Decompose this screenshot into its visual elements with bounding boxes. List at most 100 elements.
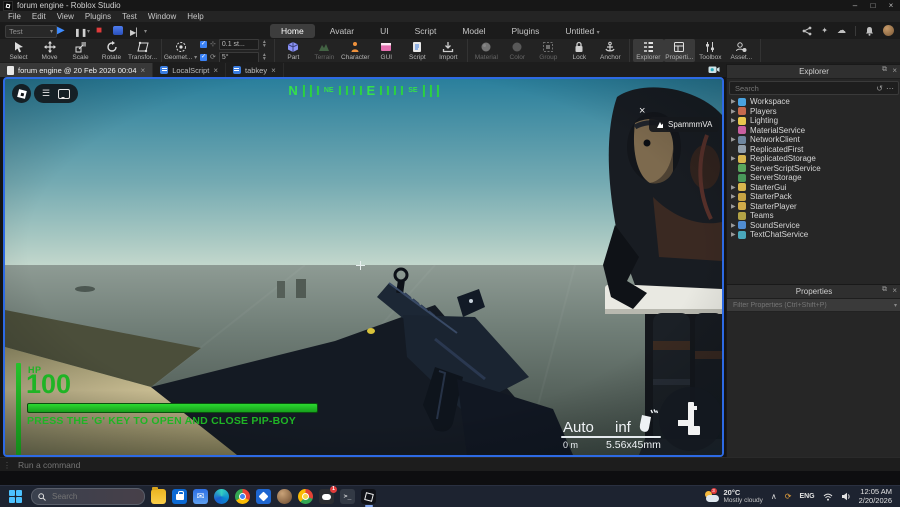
menu-edit[interactable]: Edit [32,12,46,21]
character-button[interactable]: Character [340,39,371,62]
maximize-button[interactable]: □ [864,1,882,10]
material-button[interactable]: Material [471,39,502,62]
tree-item-replicatedfirst[interactable]: ▶ReplicatedFirst [727,145,900,155]
explorer-search-input[interactable] [733,82,874,94]
volume-icon[interactable] [841,492,851,501]
doc-tab-tabkey[interactable]: tabkey × [226,63,284,77]
tab-home[interactable]: Home [270,23,315,38]
move-snap-checkbox[interactable]: ✓ [200,40,207,48]
taskbar-clock[interactable]: 12:05 AM 2/20/2026 [859,487,892,505]
chat-icon[interactable] [58,88,71,99]
taskbar-search[interactable] [31,488,145,505]
cloud-icon[interactable]: ☁ [837,25,846,36]
ai-sparkle-icon[interactable]: ✦ [821,26,828,35]
rotate-snap-stepper[interactable]: ▲ ▼ [262,52,267,62]
tree-item-replicatedstorage[interactable]: ▶ ReplicatedStorage [727,154,900,164]
play-button[interactable]: ▶ [57,24,65,37]
tab-model[interactable]: Model [451,24,496,38]
roblox-menu-badge[interactable] [12,84,31,103]
tab-ui[interactable]: UI [369,24,400,38]
terminal-icon[interactable]: >_ [340,489,355,504]
discord-icon[interactable]: 1 [319,486,337,504]
mail-icon[interactable]: ✉ [193,489,208,504]
expand-arrow-icon[interactable]: ▶ [731,117,738,124]
share-icon[interactable] [802,26,812,36]
expand-arrow-icon[interactable]: ▶ [731,203,738,210]
topbar-pill[interactable]: ☰ [34,84,78,103]
step-button[interactable]: ▶▏ [130,26,142,39]
expand-arrow-icon[interactable]: ▶ [731,222,738,229]
doc-tab-place[interactable]: forum engine @ 20 Feb 2026 00:04 × [0,63,154,77]
close-button[interactable]: × [882,1,900,10]
client-server-toggle-icon[interactable] [113,26,123,35]
game-viewport[interactable]: ☰ N NE E SE × SpammmVA HP 100 PRESS THE … [3,77,724,457]
start-button[interactable] [9,490,22,503]
tree-item-materialservice[interactable]: ▶MaterialService [727,126,900,136]
file-explorer-icon[interactable] [151,487,166,504]
tab-script[interactable]: Script [404,24,448,38]
tree-item-players[interactable]: ▶ Players [727,107,900,117]
menu-view[interactable]: View [57,12,74,21]
microsoft-store-icon[interactable] [172,489,187,504]
rotate-snap-row[interactable]: ✓ ⟳ 5° ▲ ▼ [200,51,267,63]
menu-file[interactable]: File [8,12,21,21]
pause-button[interactable]: ❚❚ [74,26,87,39]
move-tool-button[interactable]: Move [34,39,65,62]
asset-manager-button[interactable]: Asset... [726,39,757,62]
menu-test[interactable]: Test [122,12,137,21]
expand-arrow-icon[interactable]: ▶ [731,184,738,191]
tab-avatar[interactable]: Avatar [319,24,365,38]
photos-app-icon[interactable] [256,489,271,504]
tree-item-startergui[interactable]: ▶ StarterGui [727,183,900,193]
test-mode-dropdown[interactable]: Test ▾ [5,25,57,38]
tab-untitled[interactable]: Untitled ▾ [554,24,610,38]
import-button[interactable]: Import [433,39,464,62]
tree-item-workspace[interactable]: ▶ Workspace [727,97,900,107]
properties-filter-input[interactable] [731,300,894,310]
filter-dropdown-icon[interactable]: ▾ [894,302,897,309]
round-app-icon[interactable] [277,489,292,504]
drag-grip-icon[interactable]: ⋮ [3,461,11,470]
step-dropdown-icon[interactable]: ▾ [144,28,147,35]
stop-button[interactable]: ■ [96,24,102,37]
anchor-button[interactable]: Anchor [595,39,626,62]
lock-button[interactable]: Lock [564,39,595,62]
tree-item-serverstorage[interactable]: ▶ServerStorage [727,173,900,183]
nametag-close-icon[interactable]: × [639,105,645,117]
edge-browser-icon[interactable] [214,489,229,504]
move-snap-value[interactable]: 0.1 st... [222,41,245,48]
tray-chevron-icon[interactable]: ∧ [771,492,777,501]
group-button[interactable]: Group [533,39,564,62]
tree-item-lighting[interactable]: ▶ Lighting [727,116,900,126]
tree-item-networkclient[interactable]: ▶ NetworkClient [727,135,900,145]
search-history-icon[interactable]: ↺ [876,84,883,93]
transform-tool-button[interactable]: Transfor... [127,39,158,62]
menu-window[interactable]: Window [148,12,176,21]
tree-item-soundservice[interactable]: ▶ SoundService [727,221,900,231]
doc-tab-localscript[interactable]: LocalScript × [153,63,226,77]
toolbox-button[interactable]: Toolbox [695,39,726,62]
tree-item-starterpack[interactable]: ▶ StarterPack [727,192,900,202]
expand-arrow-icon[interactable]: ▶ [731,136,738,143]
rotate-snap-checkbox[interactable]: ✓ [200,53,207,61]
close-tab-icon[interactable]: × [271,66,276,75]
expand-arrow-icon[interactable]: ▶ [731,108,738,115]
chrome-profile-icon[interactable] [298,489,313,504]
tree-item-serverscriptservice[interactable]: ▶ServerScriptService [727,164,900,174]
weapon-slot-circle[interactable] [659,387,722,451]
close-tab-icon[interactable]: × [141,66,146,75]
rotate-snap-value[interactable]: 5° [222,54,229,61]
tree-item-starterplayer[interactable]: ▶ StarterPlayer [727,202,900,212]
select-tool-button[interactable]: Select [3,39,34,62]
tab-plugins[interactable]: Plugins [501,24,551,38]
script-button[interactable]: Script [402,39,433,62]
hamburger-menu-icon[interactable]: ☰ [42,89,50,98]
close-panel-icon[interactable]: × [892,286,897,295]
scale-tool-button[interactable]: Scale [65,39,96,62]
geometric-mode-button[interactable]: Geomet... ▾ [164,39,197,62]
weather-widget[interactable]: 3 20°C Mostly cloudy [704,487,763,505]
minimize-button[interactable]: – [846,1,864,10]
pause-dropdown-icon[interactable]: ▾ [87,28,90,35]
chrome-browser-icon[interactable] [235,489,250,504]
notifications-bell-icon[interactable] [865,26,874,36]
